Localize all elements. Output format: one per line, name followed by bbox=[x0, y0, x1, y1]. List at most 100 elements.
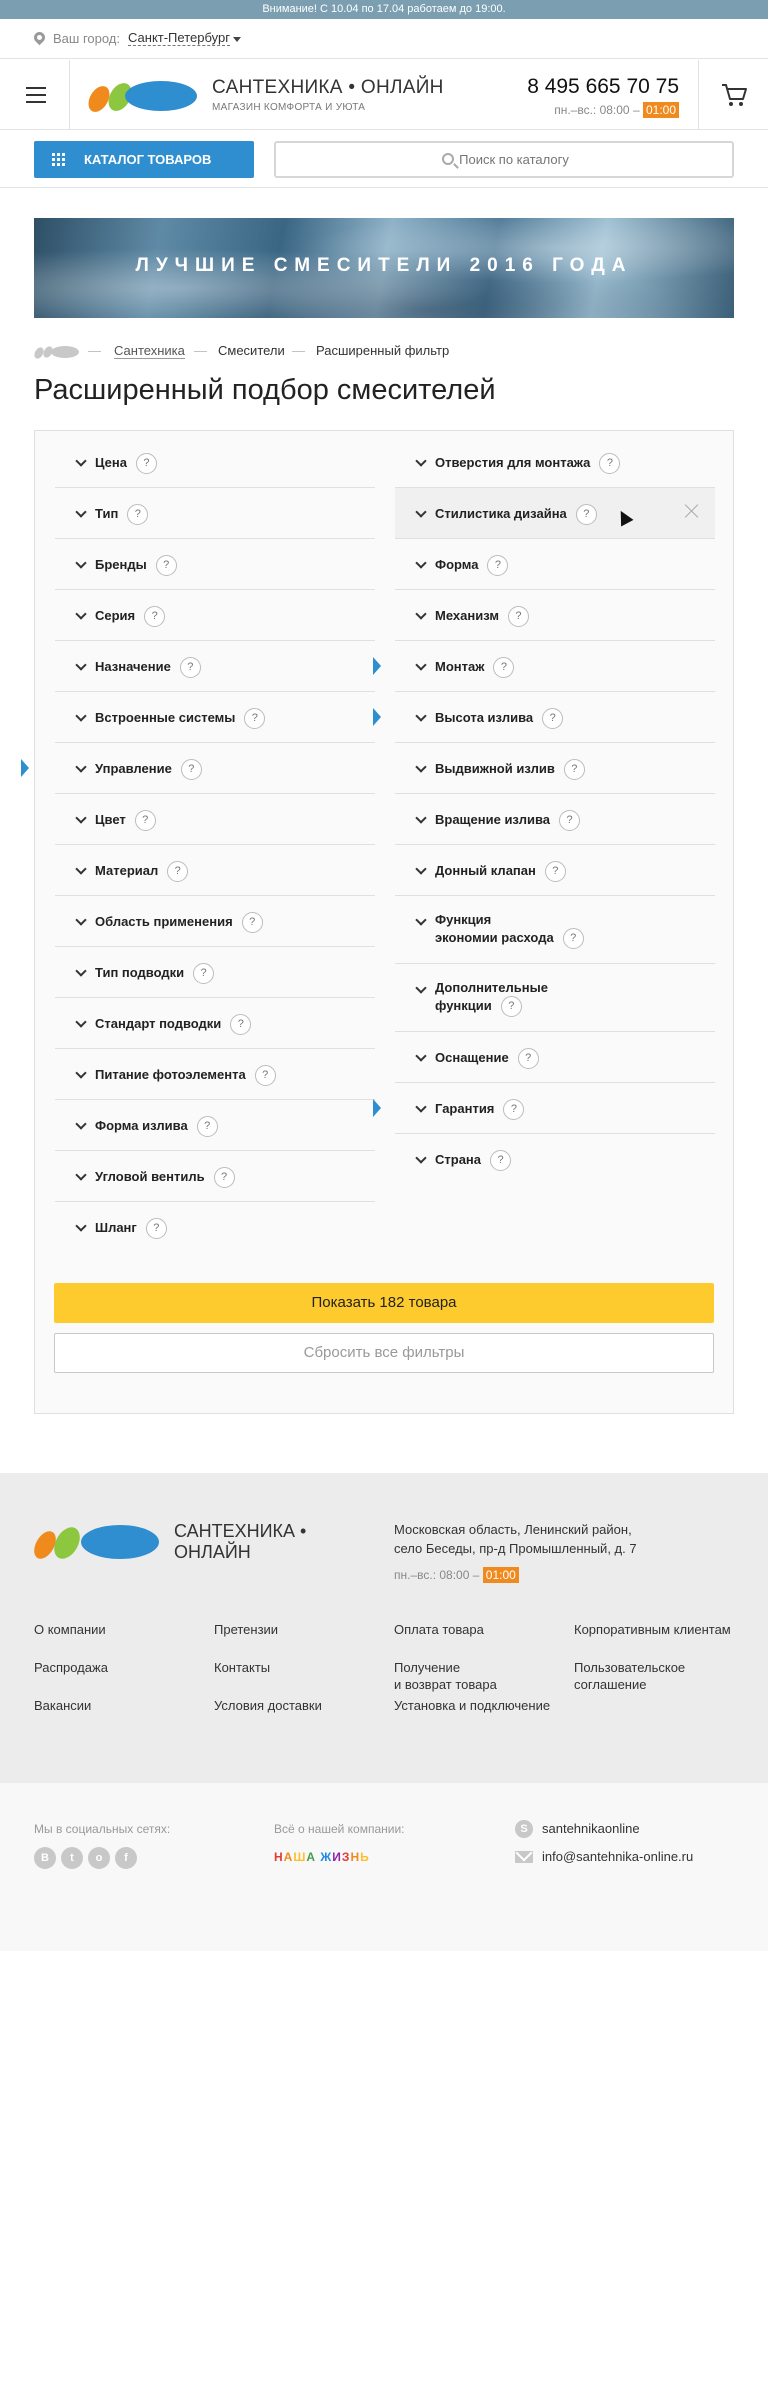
help-icon[interactable]: ? bbox=[493, 657, 515, 678]
footer-link[interactable]: Получение и возврат товара bbox=[394, 1659, 497, 1693]
filter-label[interactable]: Механизм bbox=[435, 607, 499, 625]
filter-label[interactable]: Отверстия для монтажа bbox=[435, 454, 590, 472]
filter-label[interactable]: Стилистика дизайна bbox=[435, 505, 567, 523]
chevron-down-icon[interactable] bbox=[415, 557, 427, 569]
filter-row[interactable]: Цвет? bbox=[55, 794, 375, 845]
filter-label[interactable]: Вращение излива bbox=[435, 811, 550, 829]
footer-link[interactable]: Вакансии bbox=[34, 1697, 91, 1714]
filter-label[interactable]: Выдвижной излив bbox=[435, 760, 555, 778]
chevron-down-icon[interactable] bbox=[415, 1050, 427, 1062]
filter-row[interactable]: Стилистика дизайна? bbox=[395, 488, 715, 539]
home-logo-icon[interactable] bbox=[34, 345, 80, 359]
chevron-down-icon[interactable] bbox=[75, 557, 87, 569]
footer-link[interactable]: О компании bbox=[34, 1621, 106, 1638]
filter-label[interactable]: Питание фотоэлемента bbox=[95, 1066, 246, 1084]
help-icon[interactable]: ? bbox=[544, 861, 566, 882]
phone-number[interactable]: 8 495 665 70 75 bbox=[527, 75, 679, 99]
logo-icon[interactable] bbox=[88, 77, 198, 115]
chevron-down-icon[interactable] bbox=[415, 982, 427, 994]
chevron-down-icon[interactable] bbox=[75, 761, 87, 773]
help-icon[interactable]: ? bbox=[241, 912, 263, 933]
caret-down-icon[interactable] bbox=[233, 37, 241, 42]
chevron-down-icon[interactable] bbox=[415, 455, 427, 467]
chevron-down-icon[interactable] bbox=[75, 965, 87, 977]
footer-logo-icon[interactable] bbox=[34, 1521, 160, 1563]
chevron-down-icon[interactable] bbox=[415, 812, 427, 824]
filter-row[interactable]: Управление? bbox=[21, 743, 375, 794]
filter-label[interactable]: Шланг bbox=[95, 1219, 137, 1237]
chevron-down-icon[interactable] bbox=[75, 812, 87, 824]
filter-label[interactable]: Тип bbox=[95, 505, 118, 523]
cart-button[interactable] bbox=[698, 60, 768, 130]
help-icon[interactable]: ? bbox=[244, 708, 266, 729]
footer-link[interactable]: Корпоративным клиентам bbox=[574, 1621, 731, 1638]
filter-label[interactable]: Цвет bbox=[95, 811, 126, 829]
chevron-down-icon[interactable] bbox=[415, 761, 427, 773]
help-icon[interactable]: ? bbox=[144, 606, 166, 627]
chevron-down-icon[interactable] bbox=[415, 710, 427, 722]
filter-row[interactable]: Назначение? bbox=[55, 641, 375, 692]
help-icon[interactable]: ? bbox=[542, 708, 564, 729]
email-contact[interactable]: info@santehnika-online.ru bbox=[542, 1849, 693, 1864]
help-icon[interactable]: ? bbox=[487, 555, 509, 576]
help-icon[interactable]: ? bbox=[155, 555, 177, 576]
chevron-down-icon[interactable] bbox=[75, 863, 87, 875]
footer-link[interactable]: Оплата товара bbox=[394, 1621, 484, 1638]
help-icon[interactable]: ? bbox=[145, 1218, 167, 1239]
filter-label[interactable]: Гарантия bbox=[435, 1100, 494, 1118]
search-input[interactable] bbox=[276, 143, 732, 176]
chevron-down-icon[interactable] bbox=[415, 608, 427, 620]
filter-row[interactable]: Цена? bbox=[55, 437, 375, 488]
footer-link[interactable]: Контакты bbox=[214, 1659, 270, 1676]
help-icon[interactable]: ? bbox=[134, 810, 156, 831]
help-icon[interactable]: ? bbox=[503, 1099, 525, 1120]
help-icon[interactable]: ? bbox=[167, 861, 189, 882]
city-selector[interactable]: Санкт-Петербург bbox=[128, 31, 230, 46]
help-icon[interactable]: ? bbox=[575, 504, 597, 525]
filter-row[interactable]: Дополнительные функции? bbox=[395, 964, 715, 1032]
filter-label[interactable]: Стандарт подводки bbox=[95, 1015, 221, 1033]
filter-label[interactable]: Назначение bbox=[95, 658, 171, 676]
chevron-down-icon[interactable] bbox=[415, 659, 427, 671]
help-icon[interactable]: ? bbox=[507, 606, 529, 627]
chevron-down-icon[interactable] bbox=[415, 1101, 427, 1113]
chevron-down-icon[interactable] bbox=[415, 506, 427, 518]
filter-label[interactable]: Бренды bbox=[95, 556, 147, 574]
filter-row[interactable]: Монтаж? bbox=[373, 641, 715, 692]
chevron-down-icon[interactable] bbox=[75, 1169, 87, 1181]
filter-label[interactable]: Монтаж bbox=[435, 658, 484, 676]
footer-link[interactable]: Пользовательское соглашение bbox=[574, 1659, 685, 1693]
chevron-down-icon[interactable] bbox=[415, 1152, 427, 1164]
filter-row[interactable]: Бренды? bbox=[55, 539, 375, 590]
filter-row[interactable]: Область применения? bbox=[55, 896, 375, 947]
chevron-down-icon[interactable] bbox=[75, 608, 87, 620]
chevron-down-icon[interactable] bbox=[75, 914, 87, 926]
reset-filters-button[interactable]: Сбросить все фильтры bbox=[54, 1333, 714, 1373]
help-icon[interactable]: ? bbox=[559, 810, 581, 831]
filter-row[interactable]: Форма? bbox=[395, 539, 715, 590]
filter-label[interactable]: Область применения bbox=[95, 913, 233, 931]
show-products-button[interactable]: Показать 182 товара bbox=[54, 1283, 714, 1323]
filter-row[interactable]: Серия? bbox=[55, 590, 375, 641]
filter-label[interactable]: Управление bbox=[95, 760, 172, 778]
menu-button[interactable] bbox=[0, 60, 70, 130]
filter-row[interactable]: Угловой вентиль? bbox=[55, 1151, 375, 1202]
filter-label[interactable]: Угловой вентиль bbox=[95, 1168, 205, 1186]
filter-row[interactable]: Страна? bbox=[395, 1134, 715, 1185]
breadcrumb-link[interactable]: Сантехника bbox=[114, 343, 185, 359]
filter-row[interactable]: Функция экономии расхода? bbox=[395, 896, 715, 964]
filter-row[interactable]: Питание фотоэлемента? bbox=[55, 1049, 375, 1100]
filter-row[interactable]: Оснащение? bbox=[395, 1032, 715, 1083]
filter-row[interactable]: Форма излива? bbox=[55, 1100, 375, 1151]
footer-link[interactable]: Претензии bbox=[214, 1621, 278, 1638]
help-icon[interactable]: ? bbox=[179, 657, 201, 678]
filter-row[interactable]: Материал? bbox=[55, 845, 375, 896]
filter-row[interactable]: Вращение излива? bbox=[395, 794, 715, 845]
help-icon[interactable]: ? bbox=[193, 963, 215, 984]
skype-contact[interactable]: santehnikaonline bbox=[542, 1821, 640, 1836]
filter-label[interactable]: Высота излива bbox=[435, 709, 533, 727]
vk-icon[interactable]: В bbox=[34, 1847, 56, 1869]
chevron-down-icon[interactable] bbox=[75, 506, 87, 518]
filter-label[interactable]: Серия bbox=[95, 607, 135, 625]
filter-label[interactable]: Оснащение bbox=[435, 1049, 509, 1067]
